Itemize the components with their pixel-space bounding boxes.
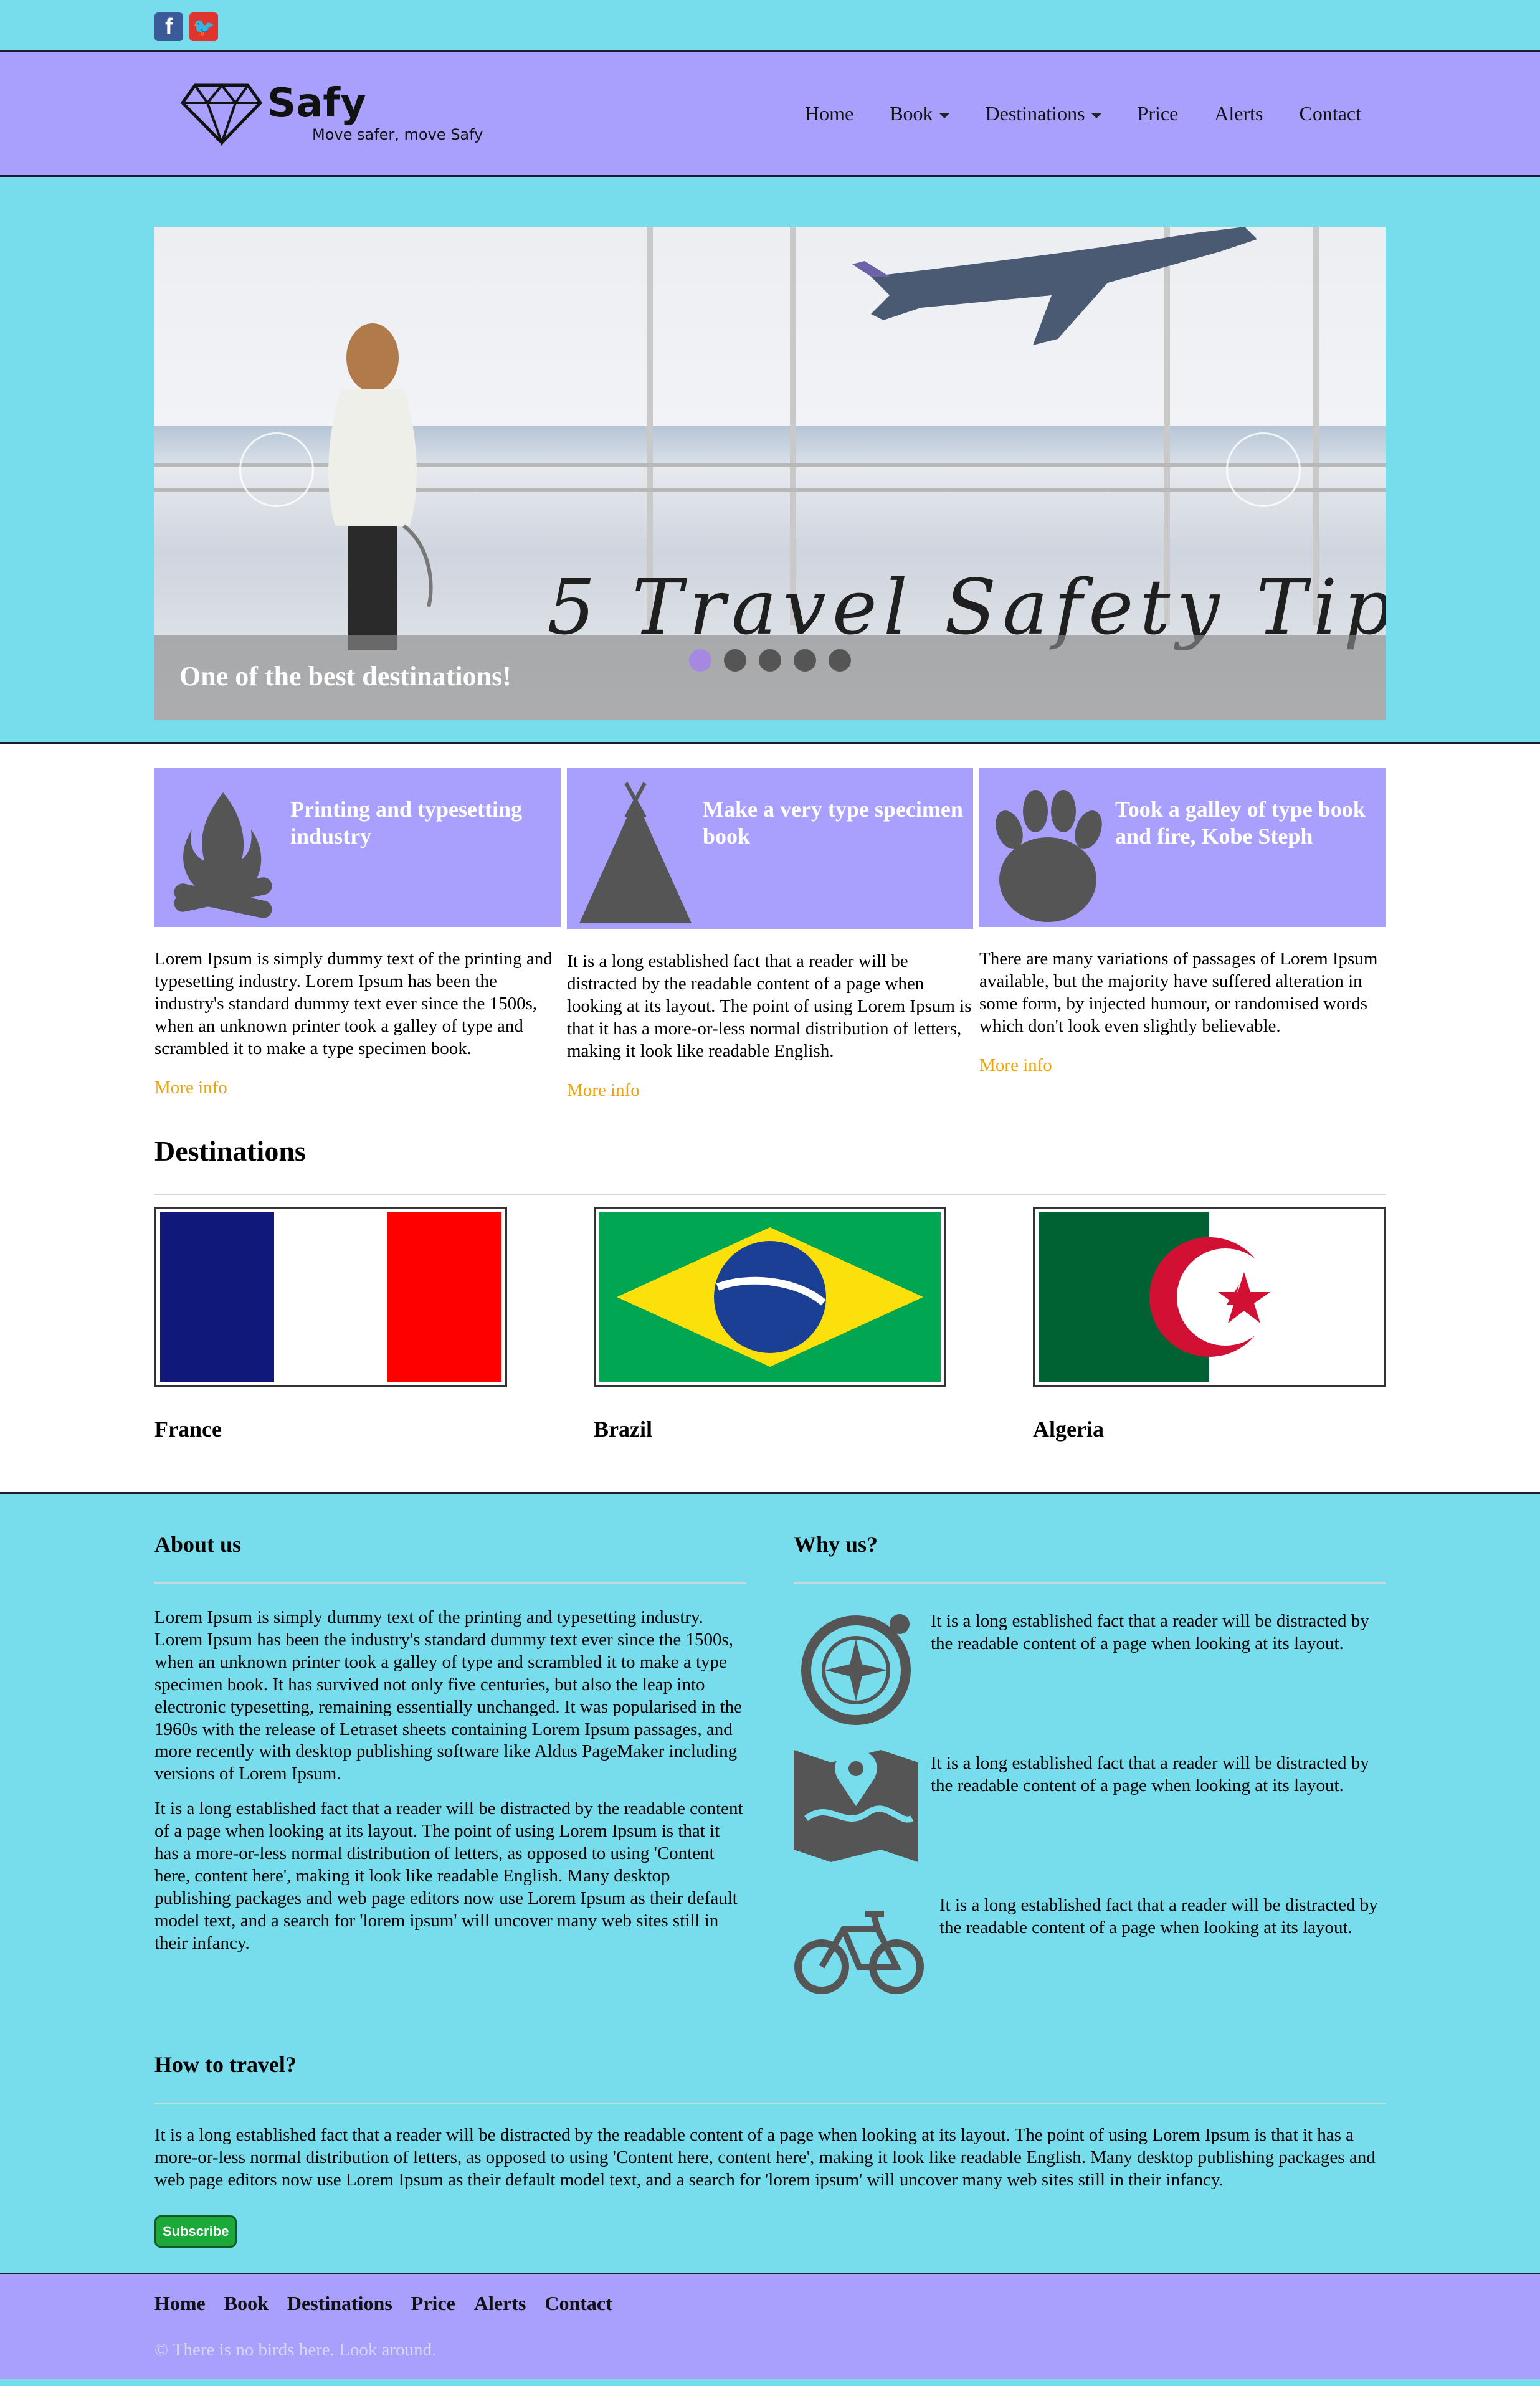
algeria-flag[interactable] (1033, 1206, 1386, 1387)
how-to-travel: How to travel? It is a long established … (154, 2051, 1386, 2248)
site-footer: Home Book Destinations Price Alerts Cont… (0, 2272, 1540, 2379)
destination-name[interactable]: Brazil (594, 1416, 946, 1442)
compass-icon (801, 1614, 911, 1725)
facebook-icon[interactable]: f (154, 12, 183, 41)
nav-price[interactable]: Price (1119, 102, 1197, 125)
how-heading: How to travel? (154, 2051, 297, 2077)
destinations-heading: Destinations (154, 1134, 306, 1167)
feature-card: Printing and typesetting industry Lorem … (154, 768, 561, 1101)
about-paragraph: It is a long established fact that a rea… (154, 1799, 743, 1954)
caret-down-icon (939, 113, 949, 118)
hero-section: 5 Travel Safety Tips One of the best des… (0, 177, 1540, 744)
feature-text: There are many variations of passages of… (979, 949, 1378, 1036)
nav-contact[interactable]: Contact (1281, 102, 1379, 125)
nav-book[interactable]: Book (872, 102, 967, 125)
divider (154, 2102, 1386, 2104)
more-info-link[interactable]: More info (154, 1078, 561, 1098)
why-text: It is a long established fact that a rea… (931, 1610, 1369, 1653)
destination-card[interactable]: Algeria (1033, 1206, 1386, 1442)
why-item: It is a long established fact that a rea… (794, 1744, 1386, 1868)
copyright: © There is no birds here. Look around. (154, 2339, 437, 2360)
tent-icon (579, 782, 692, 923)
destinations-section: Destinations France Brazil Algeria (0, 1125, 1540, 1494)
why-text: It is a long established fact that a rea… (939, 1894, 1378, 1937)
bicycle-icon (794, 1910, 924, 1994)
prev-slide-button[interactable] (239, 432, 314, 507)
nav-destinations[interactable]: Destinations (967, 102, 1119, 125)
slide-dot[interactable] (724, 649, 746, 672)
main-nav: Home Book Destinations Price Alerts Cont… (787, 102, 1379, 125)
divider (794, 1582, 1386, 1584)
twitter-icon[interactable]: 🐦 (189, 12, 218, 41)
footer-nav: Home Book Destinations Price Alerts Cont… (154, 2292, 1386, 2315)
nav-alerts[interactable]: Alerts (1196, 102, 1281, 125)
why-heading: Why us? (794, 1531, 878, 1557)
paw-icon (996, 790, 1102, 922)
how-text: It is a long established fact that a rea… (154, 2124, 1376, 2190)
destination-name[interactable]: France (154, 1416, 507, 1442)
subscribe-button[interactable]: Subscribe (154, 2215, 237, 2248)
feature-title: Make a very type specimen book (703, 797, 963, 849)
feature-title: Printing and typesetting industry (290, 797, 523, 849)
nav-home[interactable]: Home (787, 102, 872, 125)
feature-text: It is a long established fact that a rea… (567, 951, 972, 1061)
destination-name[interactable]: Algeria (1033, 1416, 1386, 1442)
feature-header: Took a galley of type book and fire, Kob… (979, 768, 1386, 927)
site-header: Safy Move safer, move Safy Home Book Des… (0, 50, 1540, 177)
social-bar: f 🐦 (0, 0, 1540, 50)
about-paragraph: Lorem Ipsum is simply dummy text of the … (154, 1607, 743, 1784)
footer-link-destinations[interactable]: Destinations (287, 2292, 392, 2315)
about-heading: About us (154, 1531, 242, 1557)
about-column: About us Lorem Ipsum is simply dummy tex… (154, 1531, 746, 2010)
destination-card[interactable]: France (154, 1206, 507, 1442)
caret-down-icon (1091, 113, 1101, 118)
slide-dot[interactable] (689, 649, 711, 672)
diamond-icon (180, 83, 263, 147)
brand-name: Safy (267, 80, 366, 126)
why-item: It is a long established fact that a rea… (794, 1886, 1386, 2010)
why-text: It is a long established fact that a rea… (931, 1752, 1369, 1795)
next-slide-button[interactable] (1226, 432, 1301, 507)
france-flag[interactable] (154, 1206, 507, 1387)
slide-dot[interactable] (759, 649, 781, 672)
logo[interactable]: Safy Move safer, move Safy (179, 79, 483, 148)
campfire-icon (174, 792, 272, 918)
footer-link-contact[interactable]: Contact (544, 2292, 612, 2315)
slide-indicators (154, 649, 1386, 672)
why-item: It is a long established fact that a rea… (794, 1602, 1386, 1726)
divider (154, 1582, 746, 1584)
more-info-link[interactable]: More info (567, 1080, 973, 1101)
hero-slide: 5 Travel Safety Tips One of the best des… (154, 227, 1386, 720)
map-pin-icon (794, 1749, 918, 1862)
footer-link-alerts[interactable]: Alerts (474, 2292, 526, 2315)
footer-link-price[interactable]: Price (411, 2292, 455, 2315)
feature-card: Took a galley of type book and fire, Kob… (979, 768, 1386, 1101)
feature-title: Took a galley of type book and fire, Kob… (1115, 797, 1366, 849)
airplane-image (852, 227, 1257, 345)
traveler-image (328, 323, 433, 650)
slide-caption: One of the best destinations! (154, 635, 1386, 720)
feature-header: Make a very type specimen book (567, 768, 973, 929)
feature-header: Printing and typesetting industry (154, 768, 561, 927)
more-info-link[interactable]: More info (979, 1055, 1386, 1076)
brazil-flag[interactable] (594, 1206, 946, 1387)
feature-card: Make a very type specimen book It is a l… (567, 768, 973, 1101)
footer-link-book[interactable]: Book (224, 2292, 269, 2315)
brand-tagline: Move safer, move Safy (312, 126, 483, 143)
footer-link-home[interactable]: Home (154, 2292, 206, 2315)
feature-text: Lorem Ipsum is simply dummy text of the … (154, 949, 553, 1058)
divider (154, 1193, 1386, 1195)
info-section: About us Lorem Ipsum is simply dummy tex… (0, 1493, 1540, 2273)
why-column: Why us? It is a long established fact th… (794, 1531, 1386, 2010)
destination-card[interactable]: Brazil (594, 1206, 946, 1442)
slide-dot[interactable] (794, 649, 816, 672)
slide-dot[interactable] (829, 649, 851, 672)
features-section: Printing and typesetting industry Lorem … (0, 744, 1540, 1126)
